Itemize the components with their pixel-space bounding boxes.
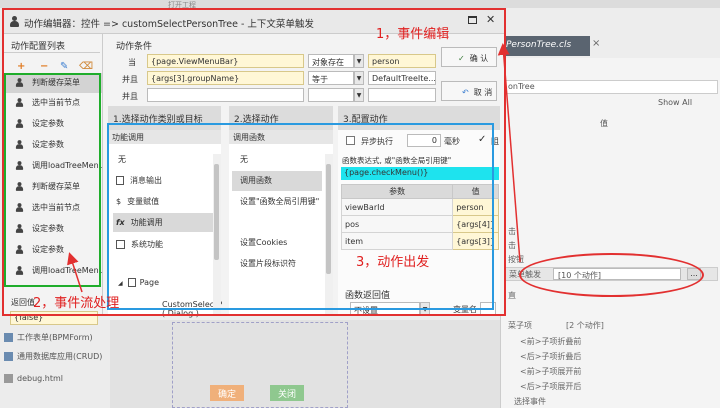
annotation-arrows [67,43,521,293]
